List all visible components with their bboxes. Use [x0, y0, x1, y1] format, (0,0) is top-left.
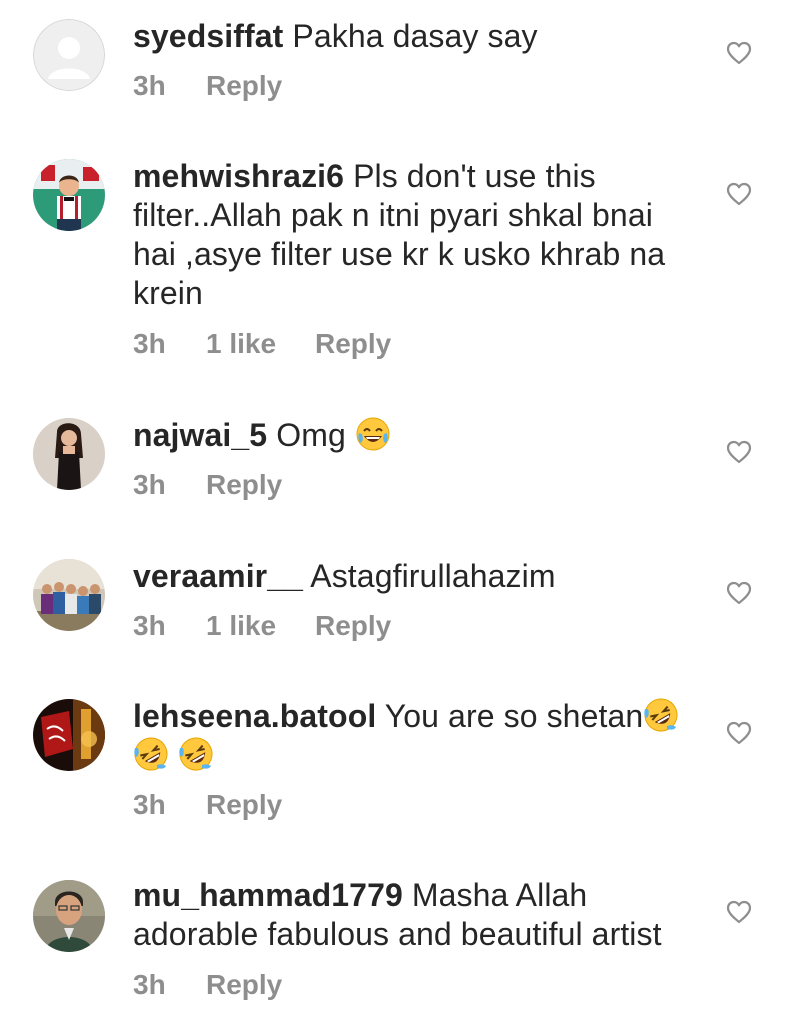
- reply-button[interactable]: Reply: [206, 969, 282, 1001]
- comment-time: 3h: [133, 70, 166, 101]
- group-photo-avatar-icon: [33, 559, 105, 631]
- comment-body: Pakha dasay say: [292, 18, 538, 54]
- comment-username[interactable]: mehwishrazi6: [133, 158, 344, 194]
- reply-button[interactable]: Reply: [206, 70, 282, 102]
- comment-text: syedsiffat Pakha dasay say: [133, 17, 693, 56]
- avatar[interactable]: [33, 418, 105, 490]
- red-calligraphy-avatar-icon: [33, 699, 105, 771]
- rolling-laughing-emoji-icon: [178, 736, 214, 772]
- comment-username[interactable]: lehseena.batool: [133, 698, 376, 734]
- comment-meta: 3h 1 like Reply: [133, 610, 391, 642]
- child-photo-avatar-icon: [33, 159, 105, 231]
- comment-text: veraamir__ Astagfirullahazim: [133, 557, 693, 596]
- comment-meta: 3h 1 like Reply: [133, 328, 391, 360]
- reply-button[interactable]: Reply: [315, 610, 391, 642]
- rolling-laughing-emoji-icon: [643, 697, 679, 733]
- comment-body: You are so shetan: [384, 698, 644, 734]
- man-photo-avatar-icon: [33, 880, 105, 952]
- comment-meta: 3h Reply: [133, 70, 282, 102]
- like-count[interactable]: 1 like: [206, 328, 315, 360]
- comment-body: Astagfirullahazim: [310, 558, 556, 594]
- like-heart-icon[interactable]: [726, 581, 752, 605]
- woman-photo-avatar-icon: [33, 418, 105, 490]
- avatar[interactable]: [33, 880, 105, 952]
- comment-body: Omg: [276, 417, 346, 453]
- comment-meta: 3h Reply: [133, 789, 282, 821]
- reply-button[interactable]: Reply: [315, 328, 391, 360]
- comment-time: 3h: [133, 789, 166, 820]
- comment-text: najwai_5 Omg: [133, 416, 693, 455]
- comment-time: 3h: [133, 469, 166, 500]
- avatar[interactable]: [33, 19, 105, 91]
- tears-of-joy-emoji-icon: [355, 416, 391, 452]
- like-heart-icon[interactable]: [726, 900, 752, 924]
- comment-meta: 3h Reply: [133, 469, 282, 501]
- avatar[interactable]: [33, 559, 105, 631]
- comment-time: 3h: [133, 610, 166, 641]
- comment-time: 3h: [133, 328, 166, 359]
- comment-text: mu_hammad1779 Masha Allah adorable fabul…: [133, 876, 693, 954]
- reply-button[interactable]: Reply: [206, 789, 282, 821]
- reply-button[interactable]: Reply: [206, 469, 282, 501]
- like-heart-icon[interactable]: [726, 721, 752, 745]
- avatar[interactable]: [33, 159, 105, 231]
- like-heart-icon[interactable]: [726, 440, 752, 464]
- comment-text: mehwishrazi6 Pls don't use this filter..…: [133, 157, 693, 313]
- comment-username[interactable]: najwai_5: [133, 417, 267, 453]
- like-count[interactable]: 1 like: [206, 610, 315, 642]
- avatar[interactable]: [33, 699, 105, 771]
- comment-meta: 3h Reply: [133, 969, 282, 1001]
- like-heart-icon[interactable]: [726, 182, 752, 206]
- like-heart-icon[interactable]: [726, 41, 752, 65]
- comment-text: lehseena.batool You are so shetan: [133, 697, 693, 775]
- default-avatar-icon: [33, 19, 105, 91]
- rolling-laughing-emoji-icon: [133, 736, 169, 772]
- comment-username[interactable]: mu_hammad1779: [133, 877, 403, 913]
- comment-time: 3h: [133, 969, 166, 1000]
- comment-username[interactable]: veraamir__: [133, 558, 303, 594]
- comment-username[interactable]: syedsiffat: [133, 18, 283, 54]
